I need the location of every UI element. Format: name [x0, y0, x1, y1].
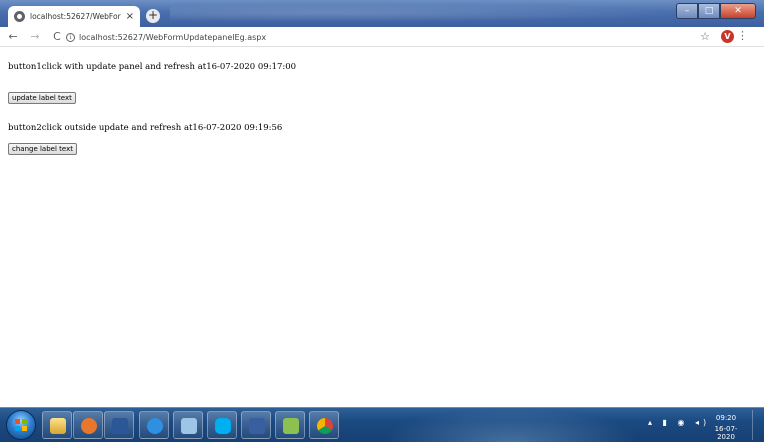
address-bar[interactable]: i localhost:52627/WebFormUpdatepanelEg.a… — [66, 30, 266, 44]
browser-tab[interactable]: localhost:52627/WebFormUpda × — [8, 6, 140, 27]
browser-menu-icon[interactable]: ⋮ — [737, 29, 748, 43]
media-player-icon[interactable] — [73, 411, 103, 439]
site-favicon-icon — [14, 11, 25, 22]
back-arrow-icon[interactable]: ← — [4, 30, 22, 43]
forward-arrow-icon[interactable]: → — [26, 30, 44, 43]
chrome-icon[interactable] — [309, 411, 339, 439]
new-tab-button[interactable]: + — [146, 9, 160, 23]
windows-explorer-icon[interactable] — [42, 411, 72, 439]
change-label-text-button[interactable]: change label text — [8, 143, 77, 155]
skype-icon[interactable] — [207, 411, 237, 439]
paint-icon[interactable] — [173, 411, 203, 439]
label-message-1: button1click with update panel and refre… — [8, 62, 297, 72]
tray-icons[interactable]: ▴ ▮ ◉ ◂) — [648, 418, 710, 427]
profile-avatar[interactable]: V — [721, 30, 734, 43]
browser-tab-strip: localhost:52627/WebFormUpda × + – □ ✕ — [0, 0, 764, 27]
notepad-icon[interactable] — [275, 411, 305, 439]
label-message-2: button2click outside update and refresh … — [8, 123, 283, 133]
windows-taskbar: ▴ ▮ ◉ ◂) 09:20 16-07-2020 — [0, 407, 764, 442]
close-window-button[interactable]: ✕ — [720, 3, 756, 19]
minimize-button[interactable]: – — [676, 3, 698, 19]
clock-date[interactable]: 16-07-2020 — [706, 425, 746, 441]
site-info-icon[interactable]: i — [66, 32, 75, 42]
show-desktop-button[interactable] — [752, 410, 762, 440]
window-controls: – □ ✕ — [676, 3, 756, 19]
browser-toolbar: ← → C i localhost:52627/WebFormUpdatepan… — [0, 27, 764, 47]
update-label-text-button[interactable]: update label text — [8, 92, 76, 104]
maximize-button[interactable]: □ — [698, 3, 720, 19]
start-button[interactable] — [6, 410, 36, 440]
app-icon[interactable] — [241, 411, 271, 439]
tab-close-icon[interactable]: × — [126, 11, 134, 22]
system-tray: ▴ ▮ ◉ ◂) 09:20 16-07-2020 — [644, 408, 764, 442]
bookmark-star-icon[interactable]: ☆ — [700, 30, 710, 43]
tab-title: localhost:52627/WebFormUpda — [30, 12, 121, 21]
word-icon[interactable] — [104, 411, 134, 439]
page-content: button1click with update panel and refre… — [0, 48, 764, 407]
internet-explorer-icon[interactable] — [139, 411, 169, 439]
reload-icon[interactable]: C — [48, 30, 66, 43]
clock-time[interactable]: 09:20 — [706, 414, 746, 422]
url-text[interactable]: localhost:52627/WebFormUpdatepanelEg.asp… — [79, 33, 266, 42]
